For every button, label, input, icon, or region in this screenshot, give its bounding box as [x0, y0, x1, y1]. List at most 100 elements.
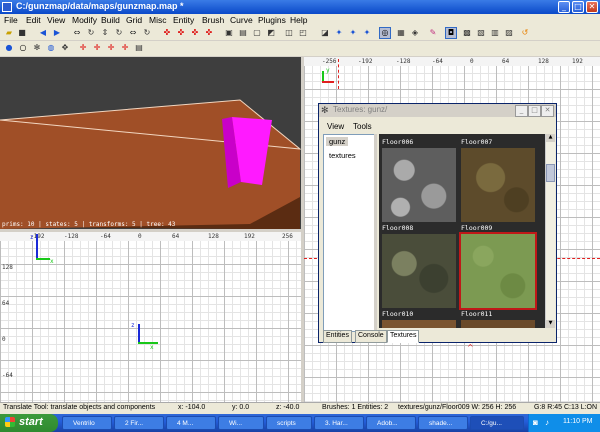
menu-grid[interactable]: Grid: [126, 15, 142, 25]
plugin-icon[interactable]: ▥: [490, 28, 500, 38]
texture-tile-floor010[interactable]: [382, 320, 456, 328]
tree-splitter[interactable]: [374, 134, 377, 330]
task-har[interactable]: 3. Har...: [314, 416, 364, 430]
camera-viewport[interactable]: prims: 10 | states: 5 | transforms: 5 | …: [0, 57, 301, 229]
texture-browser-window[interactable]: ✻ Textures: gunz/ _ □ ✕ View Tools gunz …: [318, 103, 557, 343]
menu-misc[interactable]: Misc: [149, 15, 166, 25]
flip-z-icon[interactable]: ⇔: [128, 28, 138, 38]
hollow-icon[interactable]: ▢: [252, 28, 262, 38]
task-firefox[interactable]: 2 Fir...: [114, 416, 164, 430]
surface-icon[interactable]: ▩: [462, 28, 472, 38]
menu-build[interactable]: Build: [101, 15, 120, 25]
entity-icon[interactable]: ✦: [334, 28, 344, 38]
texture-menu-view[interactable]: View: [327, 122, 344, 131]
axis-label-x: x: [50, 258, 54, 265]
close-button[interactable]: ✕: [586, 1, 598, 13]
minimize-button[interactable]: _: [558, 1, 570, 13]
vertical-splitter[interactable]: [301, 57, 304, 402]
patch-icon[interactable]: ✦: [348, 28, 358, 38]
menu-file[interactable]: File: [4, 15, 18, 25]
world-icon[interactable]: ◍: [46, 43, 56, 53]
curve-icon[interactable]: ✦: [362, 28, 372, 38]
filter-1-icon[interactable]: ✛: [78, 43, 88, 53]
lock-icon[interactable]: ◘: [445, 27, 457, 39]
filter-3-icon[interactable]: ✛: [106, 43, 116, 53]
tab-textures[interactable]: Textures: [387, 330, 420, 343]
tab-console[interactable]: Console: [355, 330, 387, 343]
undo-icon[interactable]: ◀: [38, 28, 48, 38]
texture-tile-floor008[interactable]: [382, 234, 456, 308]
menu-entity[interactable]: Entity: [173, 15, 194, 25]
texture-view-icon[interactable]: ◰: [298, 28, 308, 38]
texture-window-titlebar[interactable]: ✻ Textures: gunz/ _ □ ✕: [319, 104, 556, 117]
texture-close-button[interactable]: ✕: [541, 105, 554, 117]
horizontal-splitter[interactable]: [0, 229, 301, 232]
refresh-icon[interactable]: ↺: [520, 28, 530, 38]
ruler-label: -192: [358, 58, 373, 65]
menu-view[interactable]: View: [47, 15, 65, 25]
texture-scrollbar[interactable]: ▲ ▼: [545, 134, 555, 328]
gear-icon[interactable]: ✻: [32, 43, 42, 53]
maximize-button[interactable]: □: [572, 1, 584, 13]
task-windows[interactable]: Wi...: [218, 416, 264, 430]
scroll-up-arrow-icon[interactable]: ▲: [546, 134, 555, 142]
rotate-x-icon[interactable]: ↻: [86, 28, 96, 38]
menu-plugins[interactable]: Plugins: [258, 15, 286, 25]
scroll-down-arrow-icon[interactable]: ▼: [546, 320, 555, 328]
camera-icon[interactable]: ◪: [320, 28, 330, 38]
filter-4-icon[interactable]: ✛: [120, 43, 130, 53]
texture-menu-tools[interactable]: Tools: [353, 122, 372, 131]
menu-curve[interactable]: Curve: [230, 15, 253, 25]
select-complete-tall-icon[interactable]: ✜: [162, 28, 172, 38]
select-sphere-icon[interactable]: ●: [4, 43, 14, 53]
menu-help[interactable]: Help: [290, 15, 307, 25]
filter-2-icon[interactable]: ✛: [92, 43, 102, 53]
select-touching-icon[interactable]: ✜: [176, 28, 186, 38]
menu-edit[interactable]: Edit: [26, 15, 41, 25]
save-icon[interactable]: ■: [17, 28, 27, 38]
shader-icon[interactable]: ▧: [476, 28, 486, 38]
task-scripts[interactable]: scripts: [266, 416, 312, 430]
start-button[interactable]: start: [0, 414, 58, 432]
texture-maximize-button[interactable]: □: [528, 105, 541, 117]
change-view-icon[interactable]: ◫: [284, 28, 294, 38]
csg-subtract-icon[interactable]: ▣: [224, 28, 234, 38]
menu-modify[interactable]: Modify: [72, 15, 97, 25]
task-shader[interactable]: shade...: [418, 416, 468, 430]
clipper-icon[interactable]: ◩: [266, 28, 276, 38]
lighting-icon[interactable]: ◈: [410, 28, 420, 38]
csg-merge-icon[interactable]: ▤: [238, 28, 248, 38]
texture-tile-floor006[interactable]: [382, 148, 456, 222]
network-icon[interactable]: ◙: [533, 418, 538, 427]
task-gtkradiant[interactable]: C:/gu...: [470, 416, 524, 430]
volume-icon[interactable]: ♪: [545, 418, 549, 427]
flip-y-icon[interactable]: ⇕: [100, 28, 110, 38]
redo-icon[interactable]: ▶: [52, 28, 62, 38]
texture-minimize-button[interactable]: _: [515, 105, 528, 117]
tab-entities[interactable]: Entities: [323, 330, 352, 343]
cubic-clip-icon[interactable]: ◎: [379, 27, 391, 39]
scroll-thumb[interactable]: [546, 164, 555, 182]
texture-tile-floor009-selected[interactable]: [459, 232, 537, 310]
bake-icon[interactable]: ▨: [504, 28, 514, 38]
paint-icon[interactable]: ✎: [428, 28, 438, 38]
select-inside-icon[interactable]: ✜: [204, 28, 214, 38]
select-partial-tall-icon[interactable]: ✜: [190, 28, 200, 38]
filter-5-icon[interactable]: ▤: [134, 43, 144, 53]
grid-snap-icon[interactable]: ▦: [396, 28, 406, 38]
texture-tile-floor011[interactable]: [461, 320, 535, 328]
tree-item-textures[interactable]: textures: [326, 151, 359, 160]
open-folder-icon[interactable]: ▰: [4, 28, 14, 38]
tree-item-gunz[interactable]: gunz: [326, 137, 349, 146]
task-messenger[interactable]: 4 M...: [166, 416, 216, 430]
texture-tile-floor007[interactable]: [461, 148, 535, 222]
menu-brush[interactable]: Brush: [202, 15, 224, 25]
rotate-z-icon[interactable]: ↻: [142, 28, 152, 38]
rotate-y-icon[interactable]: ↻: [114, 28, 124, 38]
select-ring-icon[interactable]: ○: [18, 43, 28, 53]
flip-x-icon[interactable]: ⇔: [72, 28, 82, 38]
side-viewport[interactable]: -192 -128 -64 0 64 128 192 256 128 64 0 …: [0, 232, 301, 402]
arrows-icon[interactable]: ✥: [60, 43, 70, 53]
task-adobe[interactable]: Adob...: [366, 416, 416, 430]
task-ventrilo[interactable]: Ventrilo: [62, 416, 112, 430]
